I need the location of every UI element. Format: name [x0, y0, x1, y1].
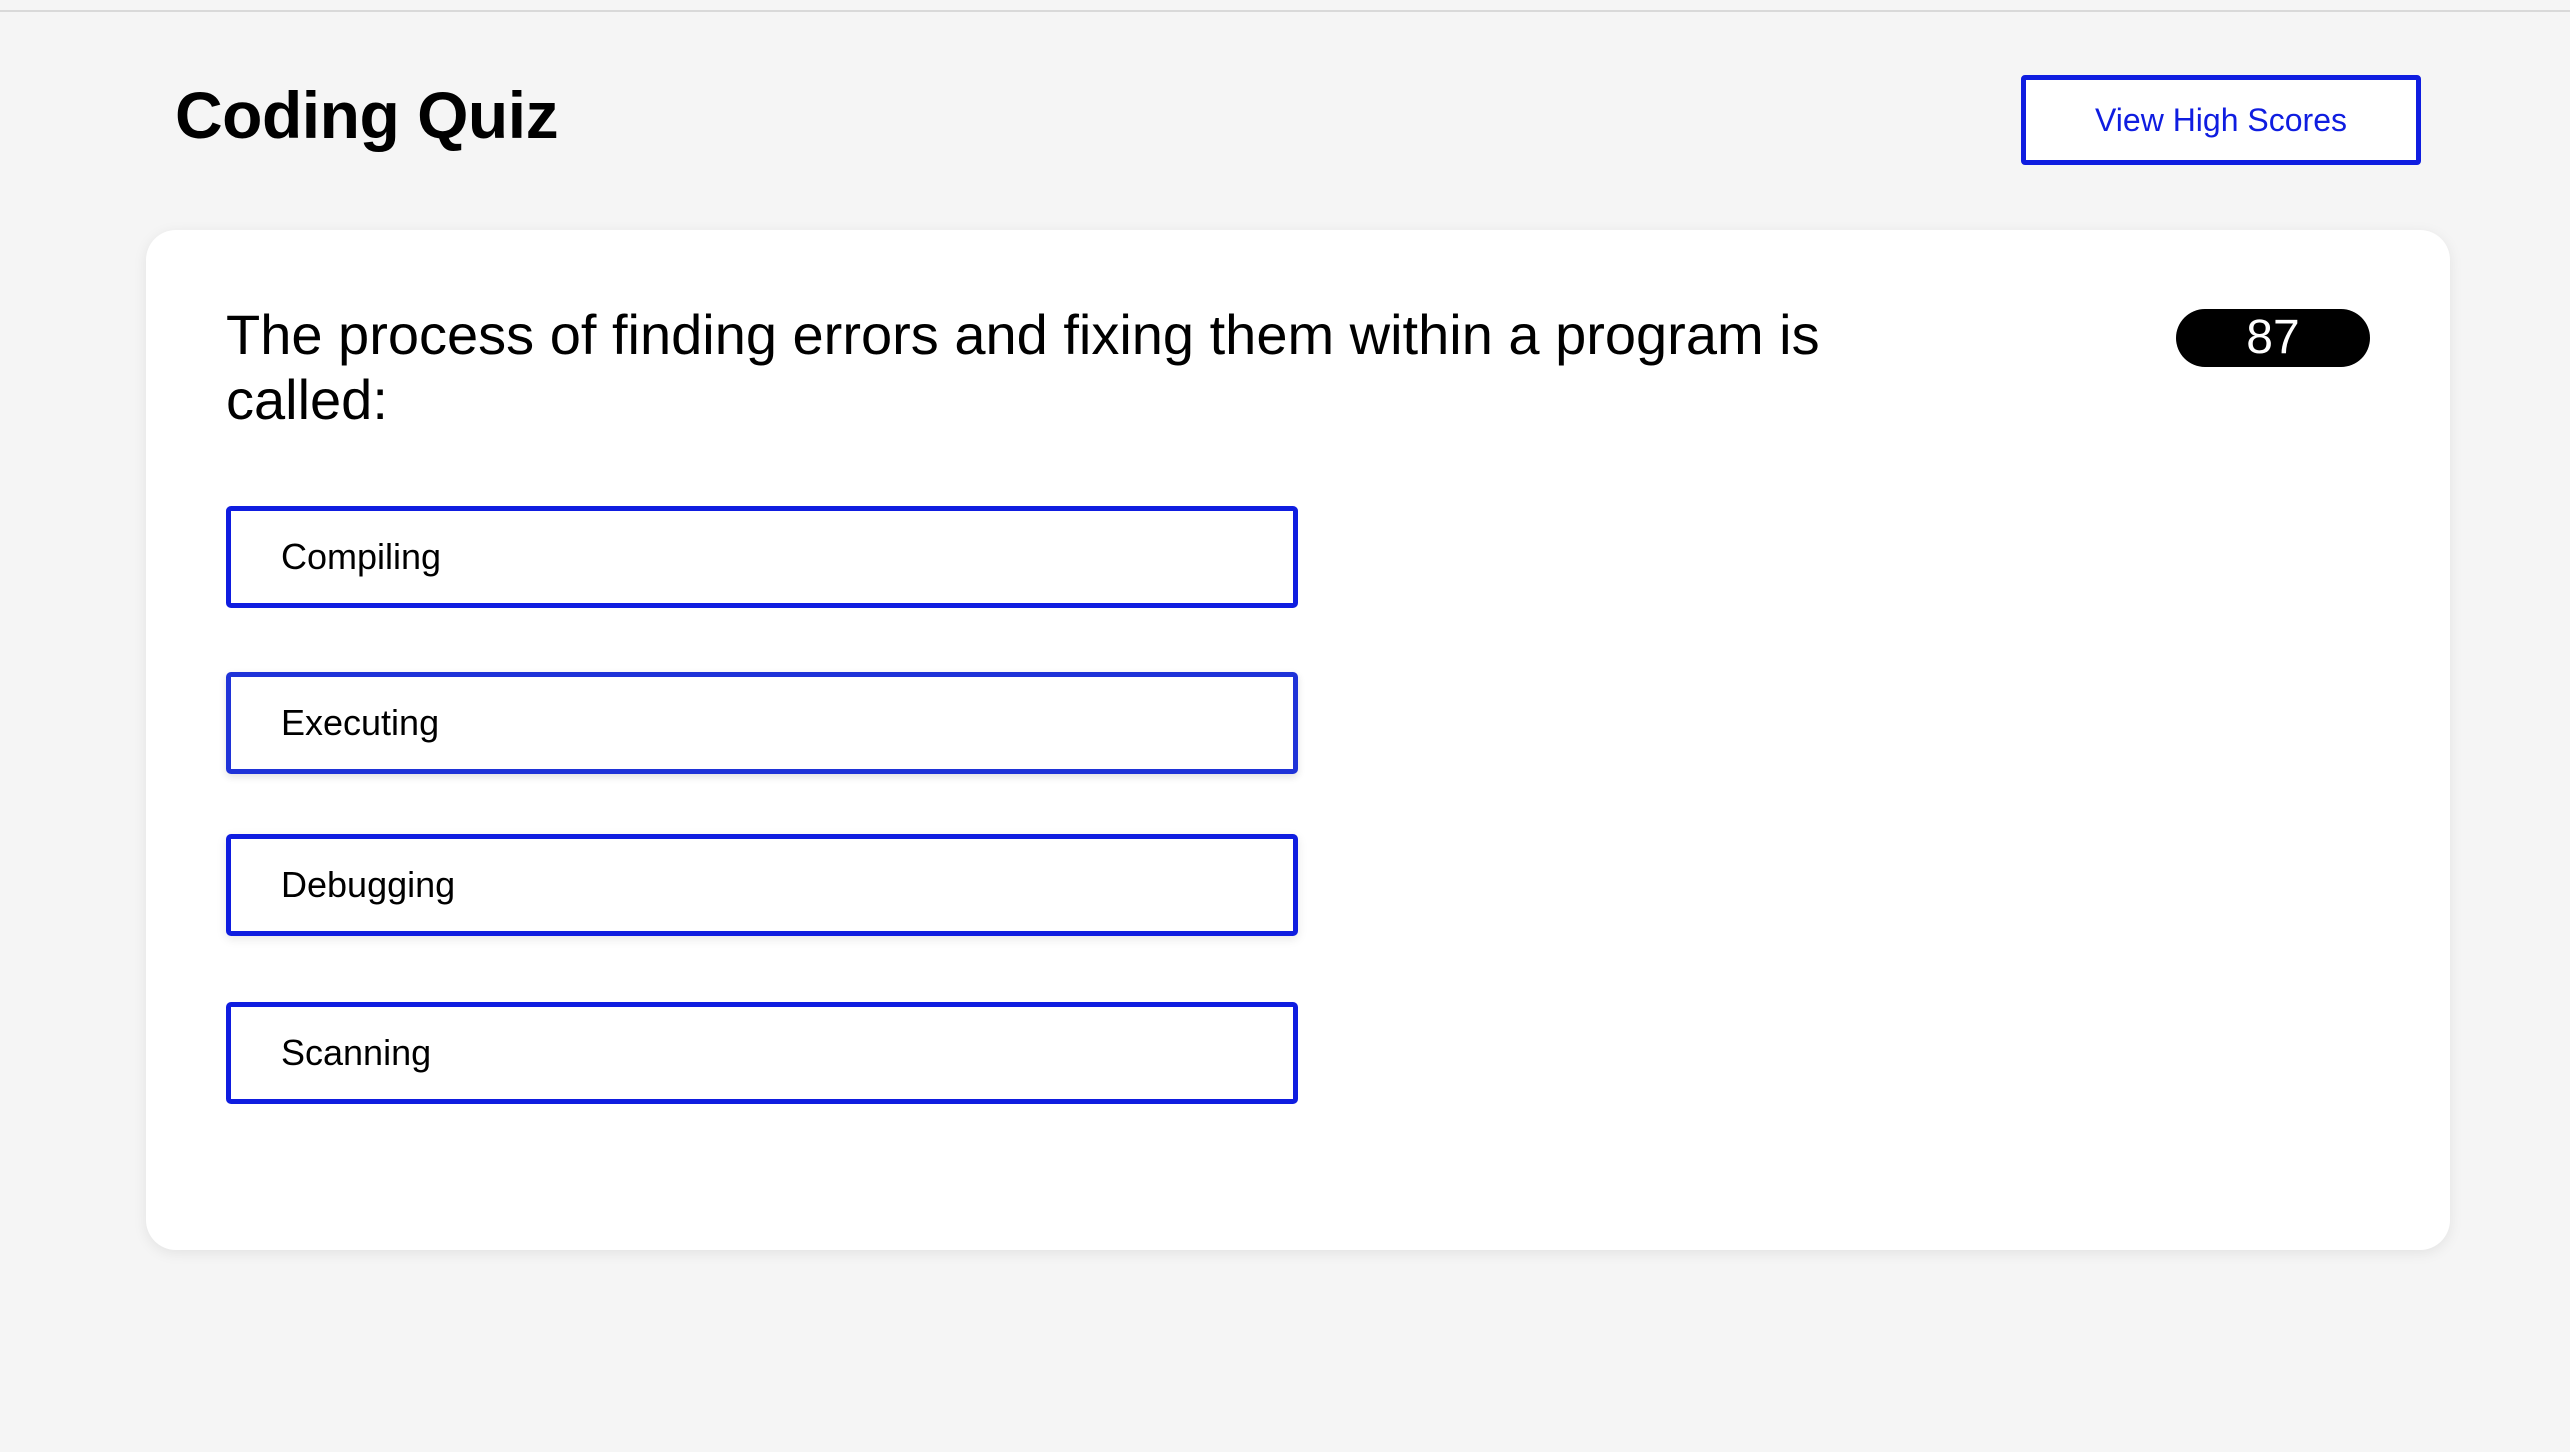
view-high-scores-button[interactable]: View High Scores	[2021, 75, 2421, 165]
timer-badge: 87	[2176, 309, 2370, 367]
answer-button-executing[interactable]: Executing	[226, 672, 1298, 774]
answer-button-scanning[interactable]: Scanning	[226, 1002, 1298, 1104]
question-card: The process of finding errors and fixing…	[146, 230, 2450, 1250]
answer-button-compiling[interactable]: Compiling	[226, 506, 1298, 608]
answer-button-debugging[interactable]: Debugging	[226, 834, 1298, 936]
page-title: Coding Quiz	[175, 78, 559, 152]
quiz-header: Coding Quiz View High Scores	[0, 0, 2570, 230]
question-text: The process of finding errors and fixing…	[226, 303, 1820, 431]
answer-options: Compiling Executing Debugging Scanning	[226, 506, 1298, 1168]
